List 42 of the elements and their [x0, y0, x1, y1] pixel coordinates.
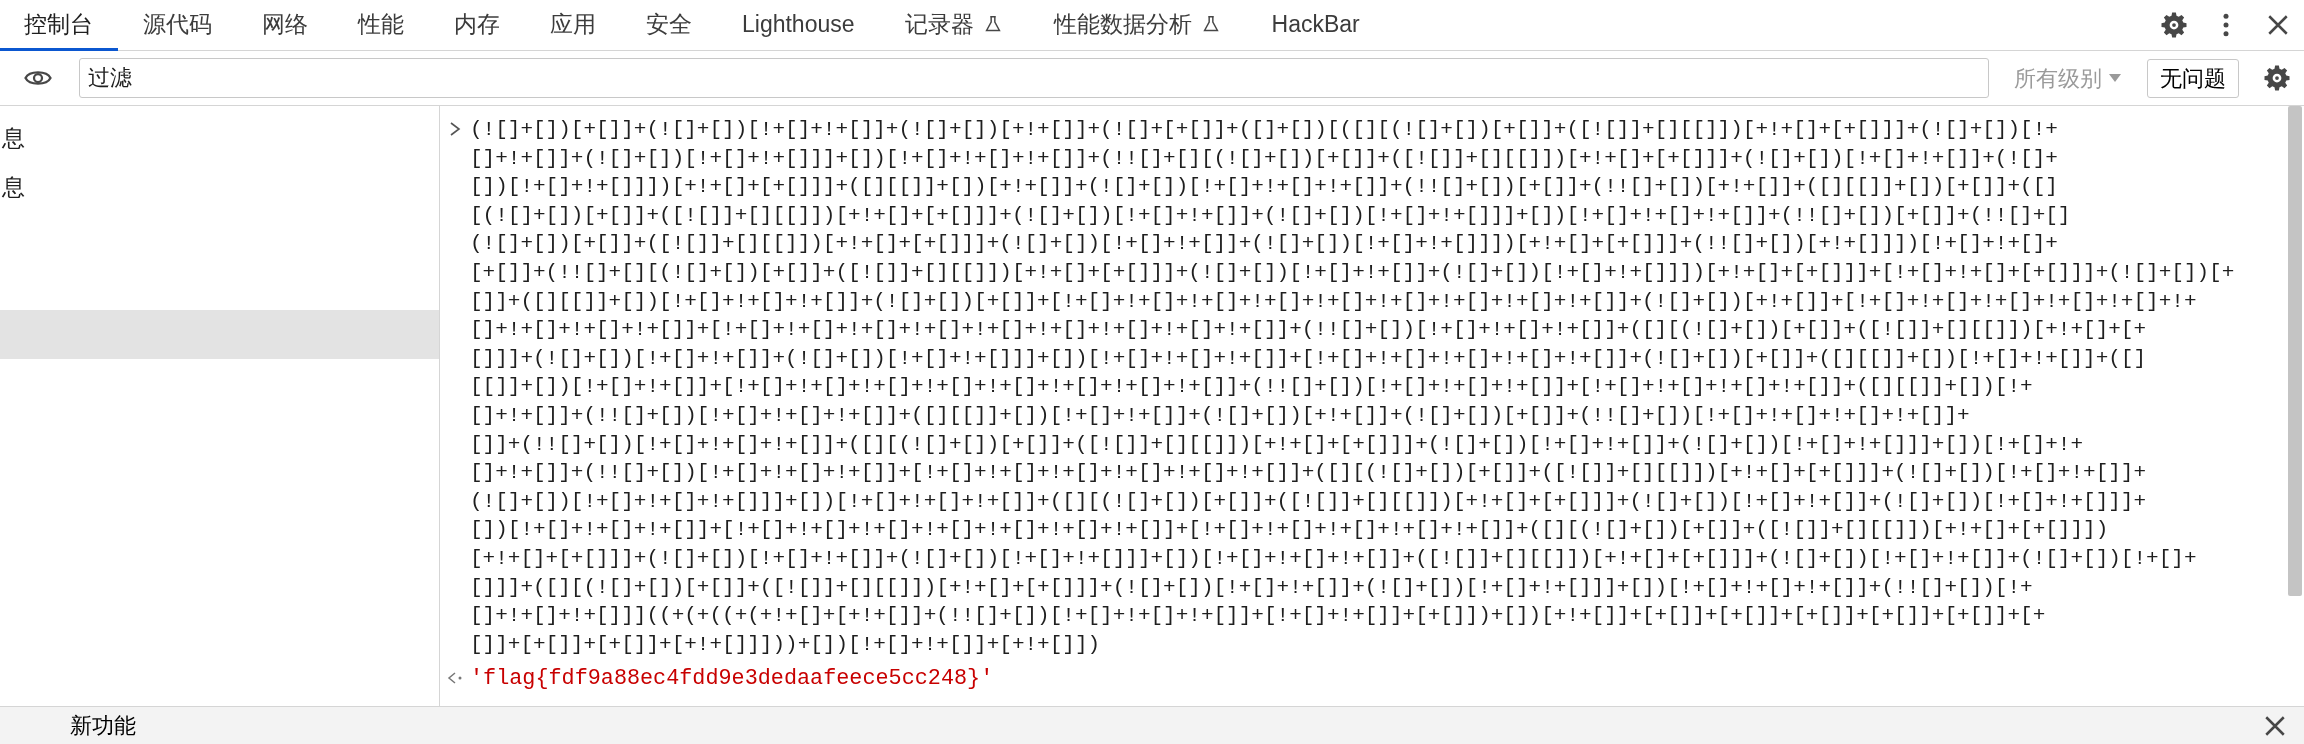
issues-button[interactable]: 无问题 — [2147, 58, 2239, 98]
caret-icon — [2108, 73, 2122, 83]
code-line: [])[!+[]+!+[]]])[+!+[]+[+[]]]+([][[]]+[])[+!+[]]+(![]+[])[!+[]+!+[]+!+[]]+(!![]+[])[+[]]+(!![]+[])[+!+[]]+([][[]]+[])[+[]]+([] — [470, 174, 2058, 201]
code-line: []]]+([][(![]+[])[+[]]+([![]]+[][[]])[+!+[]+[+[]]]+(![]+[])[!+[]+!+[]]+(![]+[])[!+[]+!+[]]]+[])[!+[]+!+[]+!+[]]+(!![]+[])[!+ — [470, 574, 2033, 601]
filter-field[interactable]: 过滤 — [79, 58, 1989, 98]
tab[interactable]: 网络 — [237, 0, 333, 51]
prompt-icon — [449, 121, 461, 138]
tab[interactable]: 应用 — [525, 0, 621, 51]
code-line: [+[]]+(!![]+[][(![]+[])[+[]]+([![]]+[][[]])[+!+[]+[+[]]]+(![]+[])[!+[]+!+[]]+(![]+[])[!+[]+!+[]]])[+!+[]+[+[]]]+[!+[]+!+[]+[+[]]]+(![]+[])[+ — [470, 259, 2235, 286]
result-text: 'flag{fdf9a88ec4fdd9e3dedaafeece5cc248}' — [470, 664, 994, 693]
scrollbar[interactable] — [2288, 106, 2302, 596]
code-line: []]+([][[]]+[])[!+[]+!+[]+!+[]]+(![]+[])[+[]]+[!+[]+!+[]+!+[]+!+[]+!+[]+!+[]+!+[]+!+[]+!+[]]+(![]+[])[+!+[]]+[!+[]+!+[]+!+[]+!+[]+!+[]+!+ — [470, 288, 2197, 315]
tab[interactable]: 记录器 — [879, 0, 1029, 51]
tab[interactable]: 安全 — [621, 0, 717, 51]
code-line: []]+[+[]]+[+[]]+[+!+[]]]))+[])[!+[]+!+[]]+[+!+[]]) — [470, 631, 1101, 658]
code-line: [[]]+[])[!+[]+!+[]]+[!+[]+!+[]+!+[]+!+[]+!+[]+!+[]+!+[]+!+[]]+(!![]+[])[!+[]+!+[]+!+[]]+[!+[]+!+[]+!+[]+!+[]]+([][[]]+[])[!+ — [470, 374, 2033, 401]
tab[interactable]: 控制台 — [0, 0, 118, 51]
settings-icon[interactable] — [2262, 63, 2292, 93]
tab[interactable]: 内存 — [429, 0, 525, 51]
code-line: []+!+[]]+(!![]+[])[!+[]+!+[]+!+[]]+[!+[]+!+[]+!+[]+!+[]+!+[]+!+[]]+([][(![]+[])[+[]]+([![]]+[][[]])[+!+[]+[+[]]]+(![]+[])[!+[]+!+[]]+ — [470, 460, 2147, 487]
tab[interactable]: 性能数据分析 — [1028, 0, 1247, 51]
tab[interactable]: Lighthouse — [717, 0, 880, 51]
drawer-tab[interactable]: 新功能 — [0, 709, 156, 742]
code-line: []+!+[]+!+[]]]((+(+((+(+!+[]+[+!+[]]+(!![]+[])[!+[]+!+[]+!+[]]+[!+[]+!+[]]+[+[]])+[])[+!+[]]+[+[]]+[+[]]+[+[]]+[+[]]+[+[]]+[+ — [470, 603, 2046, 630]
code-line: (![]+[])[+[]]+(![]+[])[!+[]+!+[]]+(![]+[])[+!+[]]+(![]+[+[]]+([]+[])[([][(![]+[])[+[]]+([![]]+[][[]])[+!+[]+[+[]]]+(![]+[])[!+ — [470, 117, 2058, 143]
code-line: []+!+[]]+(![]+[])[!+[]+!+[]]]+[])[!+[]+!+[]+!+[]]+(!![]+[][(![]+[])[+[]]+([![]]+[][[]])[+!+[]+[+[]]]+(![]+[])[!+[]+!+[]]+(![]+ — [470, 145, 2058, 172]
sidebar-item[interactable]: 息 — [0, 163, 439, 212]
tab[interactable]: 源代码 — [118, 0, 237, 51]
code-line: (![]+[])[!+[]+!+[]+!+[]]]+[])[!+[]+!+[]+!+[]]+([][(![]+[])[+[]]+([![]]+[][[]])[+!+[]+[+[]]]+(![]+[])[!+[]+!+[]]+(![]+[])[!+[]+!+[]]]+ — [470, 488, 2147, 515]
code-line: []]+(!![]+[])[!+[]+!+[]+!+[]]+([][(![]+[])[+[]]+([![]]+[][[]])[+!+[]+[+[]]]+(![]+[])[!+[]+!+[]]+(![]+[])[!+[]+!+[]]]+[])[!+[]+!+ — [470, 431, 2084, 458]
code-line: [+!+[]+[+[]]]+(![]+[])[!+[]+!+[]]+(![]+[])[!+[]+!+[]]]+[])[!+[]+!+[]+!+[]]+([![]]+[][[]])[+!+[]+[+[]]]+(![]+[])[!+[]+!+[]]+(![]+[])[!+[]+ — [470, 545, 2197, 572]
code-line: [(![]+[])[+[]]+([![]]+[][[]])[+!+[]+[+[]]]+(![]+[])[!+[]+!+[]]+(![]+[])[!+[]+!+[]]]+[])[!+[]+!+[]+!+[]]+(!![]+[])[+[]]+(!![]+[] — [470, 202, 2071, 229]
code-line: [])[!+[]+!+[]+!+[]]+[!+[]+!+[]+!+[]+!+[]+!+[]+!+[]+!+[]]+[!+[]+!+[]+!+[]+!+[]+!+[]]+([][(![]+[])[+[]]+([![]]+[][[]])[+!+[]+[+[]]]) — [470, 517, 2109, 544]
code-line: []+!+[]]+(!![]+[])[!+[]+!+[]+!+[]]+([][[]]+[])[!+[]+!+[]]+(![]+[])[+!+[]]+(![]+[])[+[]]+(!![]+[])[!+[]+!+[]+!+[]+!+[]]+ — [470, 402, 1970, 429]
result-arrow-icon — [447, 671, 463, 686]
code-line: []+!+[]+!+[]+!+[]]+[!+[]+!+[]+!+[]+!+[]+!+[]+!+[]+!+[]+!+[]+!+[]]+(!![]+[])[!+[]+!+[]+!+[]]+([][(![]+[])[+[]]+([![]]+[][[]])[+!+[]+[+ — [470, 317, 2147, 344]
code-line: (![]+[])[+[]]+([![]]+[][[]])[+!+[]+[+[]]]+(![]+[])[!+[]+!+[]]+(![]+[])[!+[]+!+[]]])[+!+[]+[+[]]]+(!![]+[])[+!+[]]])[!+[]+!+[]+ — [470, 231, 2058, 258]
tab[interactable]: 性能 — [333, 0, 429, 51]
sidebar-item[interactable]: 息 — [0, 114, 439, 163]
code-line: []]]+(![]+[])[!+[]+!+[]]+(![]+[])[!+[]+!+[]]]+[])[!+[]+!+[]+!+[]]+[!+[]+!+[]+!+[]+!+[]+!+[]]+(![]+[])[+[]]+([][[]]+[])[!+[]+!+[]]+([] — [470, 345, 2147, 372]
settings-icon[interactable] — [2159, 10, 2189, 40]
tab[interactable]: HackBar — [1246, 0, 1385, 51]
